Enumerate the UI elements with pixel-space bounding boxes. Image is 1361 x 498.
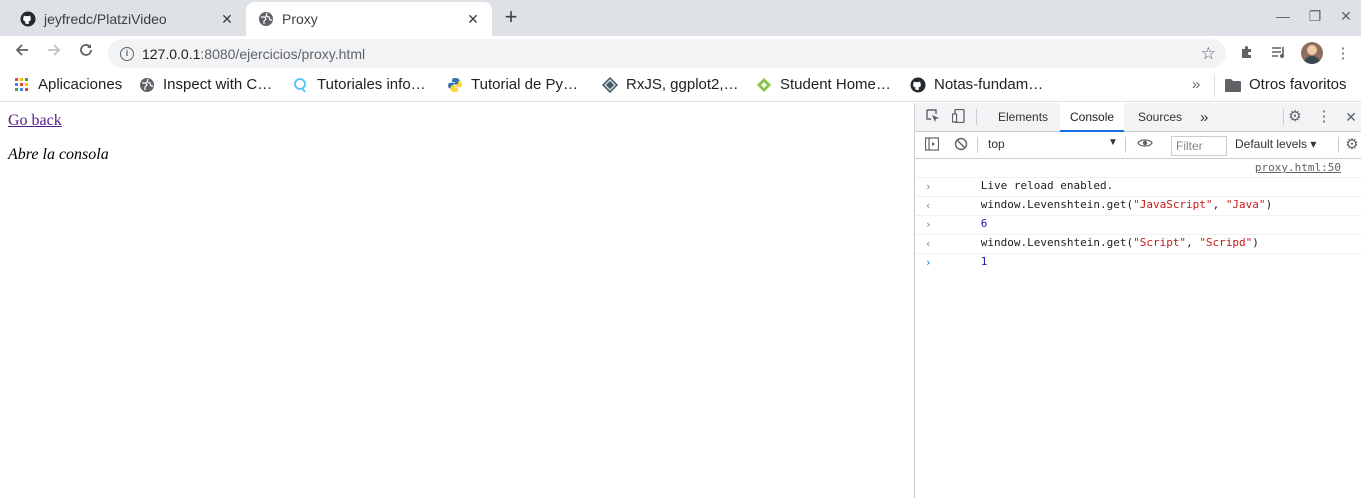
- devtools-tabbar: Elements Console Sources » ⚙ ⋮ ✕: [915, 103, 1361, 132]
- bookmark-label: Notas-fundam…: [934, 76, 1044, 93]
- bookmark-rxjs[interactable]: RxJS, ggplot2,…: [602, 76, 739, 93]
- devtools-close-icon[interactable]: ✕: [1343, 109, 1359, 125]
- log-source-link[interactable]: proxy.html:50: [1255, 159, 1341, 177]
- reload-icon[interactable]: [75, 42, 97, 64]
- toolbar-divider: [976, 109, 977, 125]
- globe-icon: [139, 77, 155, 93]
- other-bookmarks-folder[interactable]: Otros favoritos: [1225, 76, 1347, 93]
- folder-icon: [1225, 77, 1241, 93]
- console-result-line: ‹ 1: [915, 235, 1361, 268]
- prompt-chevron-icon: ›: [925, 256, 932, 269]
- apps-grid-icon: [14, 77, 30, 93]
- devtools-panel: Elements Console Sources » ⚙ ⋮ ✕ top ▼ F…: [914, 103, 1361, 498]
- context-selector[interactable]: top: [988, 137, 1005, 151]
- console-filter-input[interactable]: Filter: [1171, 136, 1227, 156]
- bookmark-label: Inspect with C…: [163, 76, 273, 93]
- github-icon: [910, 77, 926, 93]
- bookmark-student-home[interactable]: Student Home…: [756, 76, 891, 93]
- console-toolbar: top ▼ Filter Default levels ▾ ⚙: [915, 132, 1361, 159]
- clear-console-icon[interactable]: [953, 137, 969, 153]
- python-icon: [447, 77, 463, 93]
- bookmark-label: RxJS, ggplot2,…: [626, 76, 739, 93]
- browser-toolbar: i 127.0.0.1:8080/ejercicios/proxy.html ☆…: [0, 36, 1361, 70]
- bookmarks-bar: Aplicaciones Inspect with C… Tutoriales …: [0, 70, 1361, 102]
- bookmarks-divider: [1214, 75, 1215, 97]
- log-levels-dropdown[interactable]: Default levels ▾: [1235, 137, 1316, 151]
- devtools-menu-icon[interactable]: ⋮: [1316, 109, 1332, 125]
- bookmark-tutoriales[interactable]: Tutoriales info…: [293, 76, 426, 93]
- tab-console[interactable]: Console: [1060, 103, 1125, 132]
- extensions-puzzle-icon[interactable]: [1237, 44, 1257, 64]
- toolbar-divider: [1338, 137, 1339, 153]
- page-viewport: Go back Abre la consola: [0, 103, 914, 498]
- close-tab-icon[interactable]: ✕: [464, 10, 482, 28]
- bookmark-label: Aplicaciones: [38, 76, 123, 93]
- bookmark-inspect[interactable]: Inspect with C…: [139, 76, 272, 93]
- github-icon: [20, 11, 36, 27]
- bookmark-python[interactable]: Tutorial de Py…: [447, 76, 578, 93]
- browser-menu-icon[interactable]: ⋮: [1333, 44, 1353, 64]
- close-tab-icon[interactable]: ✕: [218, 10, 236, 28]
- address-bar[interactable]: i 127.0.0.1:8080/ejercicios/proxy.html ☆: [108, 39, 1226, 68]
- tab-github[interactable]: jeyfredc/PlatziVideo ✕: [8, 2, 246, 36]
- console-prompt[interactable]: ›: [915, 254, 1361, 273]
- input-chevron-icon: ›: [925, 180, 932, 193]
- live-expression-eye-icon[interactable]: [1137, 137, 1153, 153]
- inspect-element-icon[interactable]: [925, 109, 941, 125]
- search-bubble-icon: [293, 77, 309, 93]
- bookmark-label: Otros favoritos: [1249, 76, 1347, 93]
- forward-arrow-icon[interactable]: [43, 42, 65, 64]
- console-input-line: › window.Levenshtein.get("Script", "Scrip…: [915, 216, 1361, 249]
- new-tab-button[interactable]: +: [499, 6, 523, 30]
- tab-title: jeyfredc/PlatziVideo: [44, 11, 167, 27]
- tab-sources[interactable]: Sources: [1128, 103, 1192, 132]
- bookmark-label: Tutoriales info…: [317, 76, 426, 93]
- bookmarks-overflow-button[interactable]: »: [1192, 76, 1200, 93]
- tab-elements[interactable]: Elements: [988, 103, 1058, 132]
- page-hint-text: Abre la consola: [8, 146, 109, 163]
- toolbar-divider: [1125, 137, 1126, 153]
- bookmark-label: Tutorial de Py…: [471, 76, 578, 93]
- result-arrow-icon: ‹: [925, 237, 932, 250]
- profile-avatar[interactable]: [1301, 42, 1323, 64]
- tab-title: Proxy: [282, 11, 318, 27]
- site-info-icon[interactable]: i: [120, 46, 134, 61]
- console-result-line: ‹ 6: [915, 197, 1361, 230]
- back-arrow-icon[interactable]: [11, 42, 33, 64]
- bookmark-star-icon[interactable]: ☆: [1201, 44, 1216, 64]
- more-tabs-button[interactable]: »: [1190, 103, 1218, 132]
- console-output: Live reload enabled. proxy.html:50 › wind…: [915, 159, 1361, 273]
- toolbar-divider: [977, 137, 978, 153]
- chevron-down-icon[interactable]: ▼: [1108, 137, 1118, 148]
- device-toolbar-icon[interactable]: [951, 108, 967, 125]
- media-queue-icon[interactable]: [1269, 44, 1289, 64]
- show-sidebar-icon[interactable]: [924, 137, 940, 153]
- url-host: 127.0.0.1: [142, 45, 201, 62]
- bookmark-apps[interactable]: Aplicaciones: [14, 76, 122, 93]
- bookmark-notas[interactable]: Notas-fundam…: [910, 76, 1043, 93]
- diamond-icon: [602, 76, 618, 93]
- bookmark-label: Student Home…: [780, 76, 891, 93]
- globe-icon: [258, 11, 274, 27]
- url-path: :8080/ejercicios/proxy.html: [200, 45, 366, 62]
- console-input-line: › window.Levenshtein.get("JavaScript", "J…: [915, 178, 1361, 211]
- console-log-line: Live reload enabled. proxy.html:50: [915, 159, 1361, 192]
- result-arrow-icon: ‹: [925, 199, 932, 212]
- tab-proxy[interactable]: Proxy ✕: [246, 2, 492, 36]
- toolbar-divider: [1283, 109, 1284, 125]
- green-diamond-icon: [756, 77, 772, 93]
- tab-strip: jeyfredc/PlatziVideo ✕ Proxy ✕ + — ❐ ✕: [0, 0, 1361, 36]
- window-close-icon[interactable]: ✕: [1336, 8, 1356, 25]
- input-chevron-icon: ›: [925, 218, 932, 231]
- maximize-icon[interactable]: ❐: [1305, 8, 1325, 25]
- console-settings-gear-icon[interactable]: ⚙: [1344, 137, 1360, 153]
- go-back-link[interactable]: Go back: [8, 112, 62, 130]
- settings-gear-icon[interactable]: ⚙: [1287, 109, 1303, 125]
- minimize-icon[interactable]: —: [1273, 8, 1293, 24]
